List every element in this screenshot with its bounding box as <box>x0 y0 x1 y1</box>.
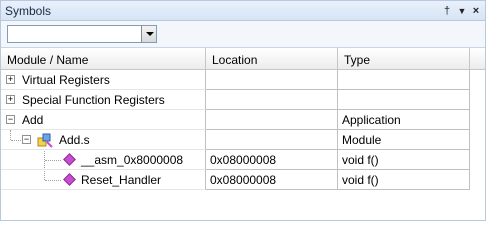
column-header-name[interactable]: Module / Name <box>1 48 206 70</box>
row-name: Add <box>22 113 44 127</box>
type-cell: void f() <box>338 150 470 170</box>
column-header-location[interactable]: Location <box>206 48 338 70</box>
row-name: __asm_0x8000008 <box>81 153 184 167</box>
pin-icon[interactable]: † <box>439 3 455 19</box>
chevron-down-icon <box>146 32 154 36</box>
close-icon[interactable]: × <box>468 3 484 19</box>
symbols-panel: Symbols † ▼ × Module / Name Location Typ… <box>0 0 486 221</box>
column-header-type[interactable]: Type <box>338 48 470 70</box>
type-cell <box>338 90 470 110</box>
tree-connector <box>45 160 61 161</box>
tree-connector <box>11 140 21 141</box>
toolbar <box>1 21 485 48</box>
tree-row[interactable]: Reset_Handler 0x08000008 void f() <box>1 170 485 190</box>
filter-combo-value[interactable] <box>11 28 139 41</box>
type-cell: void f() <box>338 170 470 190</box>
row-name: Virtual Registers <box>22 73 110 87</box>
name-cell: + Special Function Registers <box>1 90 206 110</box>
panel-title: Symbols <box>5 4 52 18</box>
type-cell: Application <box>338 110 470 130</box>
name-cell: − Add.s <box>1 130 206 150</box>
location-cell <box>206 130 338 150</box>
tree-connector <box>45 180 61 181</box>
type-cell: Module <box>338 130 470 150</box>
tree-connector <box>44 170 45 180</box>
collapse-icon[interactable]: − <box>22 135 31 144</box>
location-cell: 0x08000008 <box>206 170 338 190</box>
tree-row[interactable]: − Add.s Module <box>1 130 485 150</box>
location-cell <box>206 110 338 130</box>
type-cell <box>338 70 470 90</box>
collapse-icon[interactable]: − <box>6 115 15 124</box>
tree-row[interactable]: + Special Function Registers <box>1 90 485 110</box>
location-cell <box>206 90 338 110</box>
name-cell: + Virtual Registers <box>1 70 206 90</box>
name-cell: Reset_Handler <box>1 170 206 190</box>
expand-icon[interactable]: + <box>6 95 15 104</box>
tree-row[interactable]: __asm_0x8000008 0x08000008 void f() <box>1 150 485 170</box>
combo-dropdown-button[interactable] <box>141 26 156 42</box>
location-cell <box>206 70 338 90</box>
location-cell: 0x08000008 <box>206 150 338 170</box>
row-name: Add.s <box>59 133 90 147</box>
title-bar: Symbols † ▼ × <box>1 1 485 21</box>
name-cell: __asm_0x8000008 <box>1 150 206 170</box>
row-name: Reset_Handler <box>81 173 162 187</box>
module-icon <box>37 133 53 148</box>
function-icon <box>63 173 76 186</box>
expand-icon[interactable]: + <box>6 75 15 84</box>
tree-connector <box>10 130 11 140</box>
column-header-filler <box>470 48 485 70</box>
name-cell: − Add <box>1 110 206 130</box>
symbols-grid: Module / Name Location Type + Virtual Re… <box>1 48 485 221</box>
row-name: Special Function Registers <box>22 93 165 107</box>
function-icon <box>63 153 76 166</box>
filter-combo[interactable] <box>7 25 157 43</box>
tree-row[interactable]: + Virtual Registers <box>1 70 485 90</box>
tree-row[interactable]: − Add Application <box>1 110 485 130</box>
